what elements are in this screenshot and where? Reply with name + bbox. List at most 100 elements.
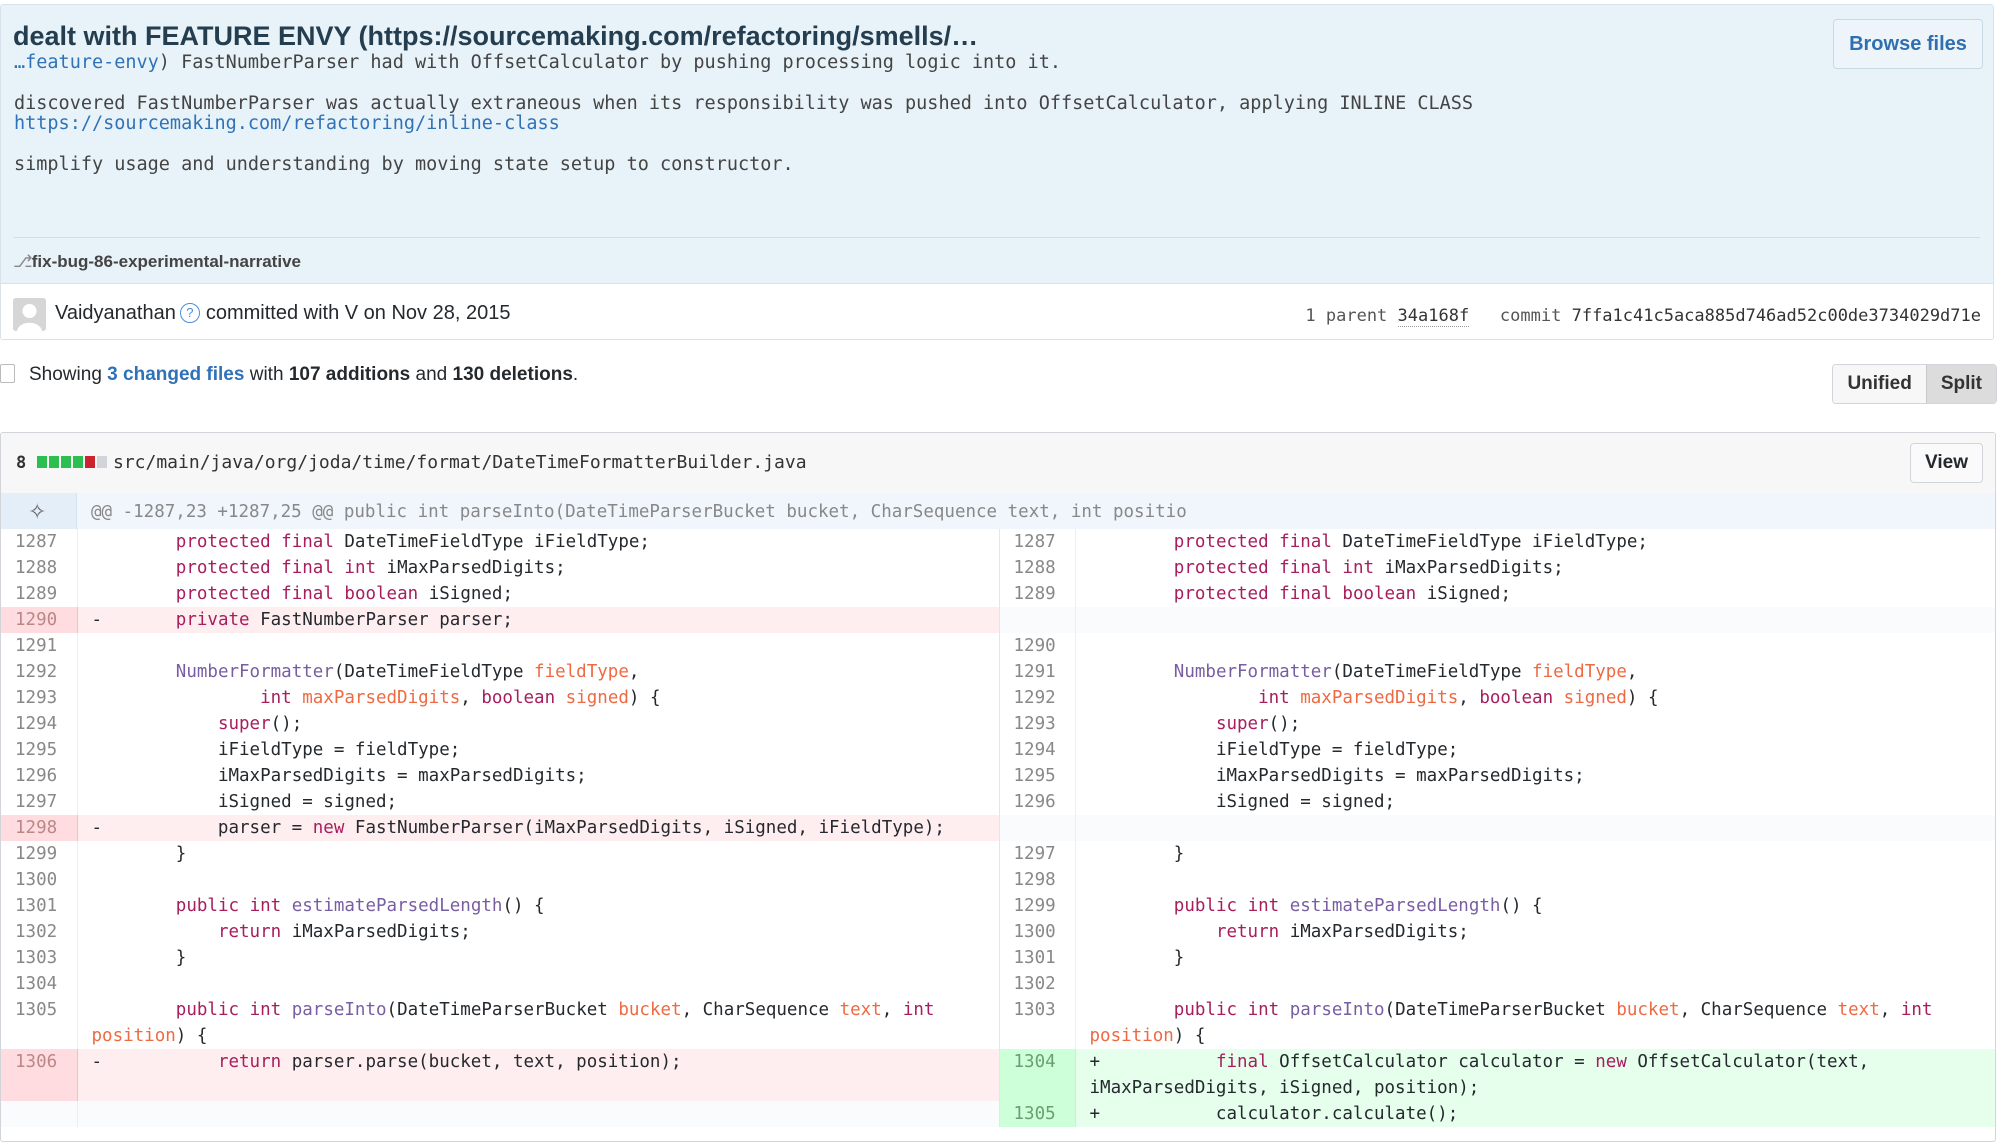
new-code-line: public int parseInto(DateTimeParserBucke… [1089, 1000, 1933, 1046]
new-line-number[interactable]: 1302 [998, 971, 1076, 997]
new-code-line: super(); [1215, 714, 1301, 734]
new-line-number[interactable]: 1304 [998, 1049, 1076, 1101]
diff-row: 1300 1298 [1, 867, 1995, 893]
diff-row: 1299 } 1297 } [1, 841, 1995, 867]
new-code-line [1075, 971, 1995, 997]
old-code-line: int maxParsedDigits, boolean signed) { [260, 688, 661, 708]
diffstat-block [97, 456, 107, 468]
branch-icon: ⎇ [13, 252, 33, 271]
new-line-number[interactable]: 1291 [998, 659, 1076, 685]
split-button[interactable]: Split [1925, 365, 1996, 403]
new-line-number[interactable]: 1300 [998, 919, 1076, 945]
new-line-number[interactable]: 1301 [998, 945, 1076, 971]
old-line-number[interactable]: 1303 [1, 945, 78, 971]
new-line-number[interactable]: 1293 [998, 711, 1076, 737]
new-line-number[interactable]: 1305 [998, 1101, 1076, 1127]
parent-sha-link[interactable]: 34a168f [1397, 306, 1470, 327]
commit-meta: 1 parent 34a168f commit 7ffa1c41c5aca885… [1305, 306, 1981, 327]
new-line-number[interactable]: 1292 [998, 685, 1076, 711]
old-line-number[interactable]: 1292 [1, 659, 78, 685]
old-line-number[interactable]: 1290 [1, 607, 78, 633]
new-line-number[interactable]: 1298 [998, 867, 1076, 893]
new-line-number[interactable] [998, 607, 1076, 633]
new-code-line: } [1089, 844, 1185, 864]
browse-files-button[interactable]: Browse files [1833, 19, 1983, 69]
new-code-line: public int estimateParsedLength() { [1173, 896, 1543, 916]
diffstat-block [49, 456, 59, 468]
new-line-number[interactable]: 1299 [998, 893, 1076, 919]
expand-icon[interactable]: ✧ [28, 499, 46, 525]
old-code-line: return iMaxParsedDigits; [217, 922, 471, 942]
new-line-number[interactable]: 1288 [998, 555, 1076, 581]
old-line-number[interactable]: 1288 [1, 555, 78, 581]
old-line-number[interactable]: 1301 [1, 893, 78, 919]
new-line-number[interactable]: 1297 [998, 841, 1076, 867]
commit-sha: 7ffa1c41c5aca885d746ad52c00de3734029d71e [1571, 306, 1981, 326]
old-line-number[interactable]: 1291 [1, 633, 78, 659]
diffstat-bar [37, 456, 107, 468]
old-line-number[interactable]: 1306 [1, 1049, 78, 1101]
diff-row: 1297 iSigned = signed; 1296 iSigned = sig… [1, 789, 1995, 815]
new-line-number[interactable]: 1290 [998, 633, 1076, 659]
commit-panel: dealt with FEATURE ENVY (https://sourcem… [0, 4, 1994, 340]
diff-row: 1288 protected final int iMaxParsedDigit… [1, 555, 1995, 581]
diff-row: 1289 protected final boolean iSigned; 128… [1, 581, 1995, 607]
diffstat-block [85, 456, 95, 468]
old-line-number[interactable]: 1297 [1, 789, 78, 815]
old-line-number[interactable]: 1300 [1, 867, 78, 893]
new-line-number[interactable] [998, 815, 1076, 841]
file-header: 8 src/main/java/org/joda/time/format/Dat… [1, 433, 1995, 494]
old-line-number[interactable]: 1287 [1, 529, 78, 555]
old-line-number[interactable]: 1295 [1, 737, 78, 763]
avatar[interactable] [13, 298, 46, 331]
feature-envy-link[interactable]: …feature-envy [14, 52, 159, 73]
new-line-number[interactable]: 1294 [998, 737, 1076, 763]
new-code-line: protected final boolean iSigned; [1173, 584, 1511, 604]
file-change-count: 8 [16, 453, 27, 473]
old-line-number[interactable]: 1293 [1, 685, 78, 711]
help-icon[interactable]: ? [179, 303, 200, 323]
diff-row: 1295 iFieldType = fieldType; 1294 iFieldT… [1, 737, 1995, 763]
new-code-line [1075, 633, 1995, 659]
diffstat-block [61, 456, 71, 468]
file-path[interactable]: src/main/java/org/joda/time/format/DateT… [113, 452, 807, 473]
diff-row: 1302 return iMaxParsedDigits; 1300 return… [1, 919, 1995, 945]
hunk-expander[interactable]: ✧ [1, 493, 77, 529]
old-line-number[interactable] [1, 1101, 78, 1127]
old-code-line: - parser = new FastNumberParser(iMaxPars… [77, 815, 999, 841]
old-line-number[interactable]: 1305 [1, 997, 78, 1049]
old-code-line: iMaxParsedDigits = maxParsedDigits; [91, 766, 587, 786]
old-code-line: public int estimateParsedLength() { [175, 896, 545, 916]
old-code-line: } [91, 948, 187, 968]
old-line-number[interactable]: 1296 [1, 763, 78, 789]
new-line-number[interactable]: 1295 [998, 763, 1076, 789]
old-line-number[interactable]: 1298 [1, 815, 78, 841]
changed-files-link[interactable]: 3 changed files [107, 364, 244, 385]
new-line-number[interactable]: 1287 [998, 529, 1076, 555]
old-line-number[interactable]: 1289 [1, 581, 78, 607]
new-line-number[interactable]: 1289 [998, 581, 1076, 607]
old-code-line: - private FastNumberParser parser; [77, 607, 999, 633]
new-code-line [1075, 867, 1995, 893]
diff-row: 1296 iMaxParsedDigits = maxParsedDigits;… [1, 763, 1995, 789]
inline-class-link[interactable]: https://sourcemaking.com/refactoring/inl… [14, 113, 560, 134]
new-line-number[interactable]: 1296 [998, 789, 1076, 815]
old-code-line: protected final DateTimeFieldType iField… [175, 532, 650, 552]
diff-row: 1301 public int estimateParsedLength() {… [1, 893, 1995, 919]
unified-button[interactable]: Unified [1833, 365, 1926, 403]
new-line-number[interactable]: 1303 [998, 997, 1076, 1049]
old-line-number[interactable]: 1304 [1, 971, 78, 997]
new-code-line: iFieldType = fieldType; [1089, 740, 1459, 760]
view-file-button[interactable]: View [1910, 443, 1983, 483]
old-line-number[interactable]: 1294 [1, 711, 78, 737]
author-name[interactable]: Vaidyanathan [55, 302, 176, 324]
old-line-number[interactable]: 1299 [1, 841, 78, 867]
new-code-line: return iMaxParsedDigits; [1215, 922, 1469, 942]
diff-row: 1294 super(); 1293 super(); [1, 711, 1995, 737]
summary-text: Showing [29, 364, 102, 385]
diff-row: 1287 protected final DateTimeFieldType i… [1, 529, 1995, 555]
new-code-line [1075, 607, 1995, 633]
diff-row: 1304 1302 [1, 971, 1995, 997]
old-line-number[interactable]: 1302 [1, 919, 78, 945]
branch-label[interactable]: ⎇ fix-bug-86-experimental-narrative [13, 252, 301, 272]
